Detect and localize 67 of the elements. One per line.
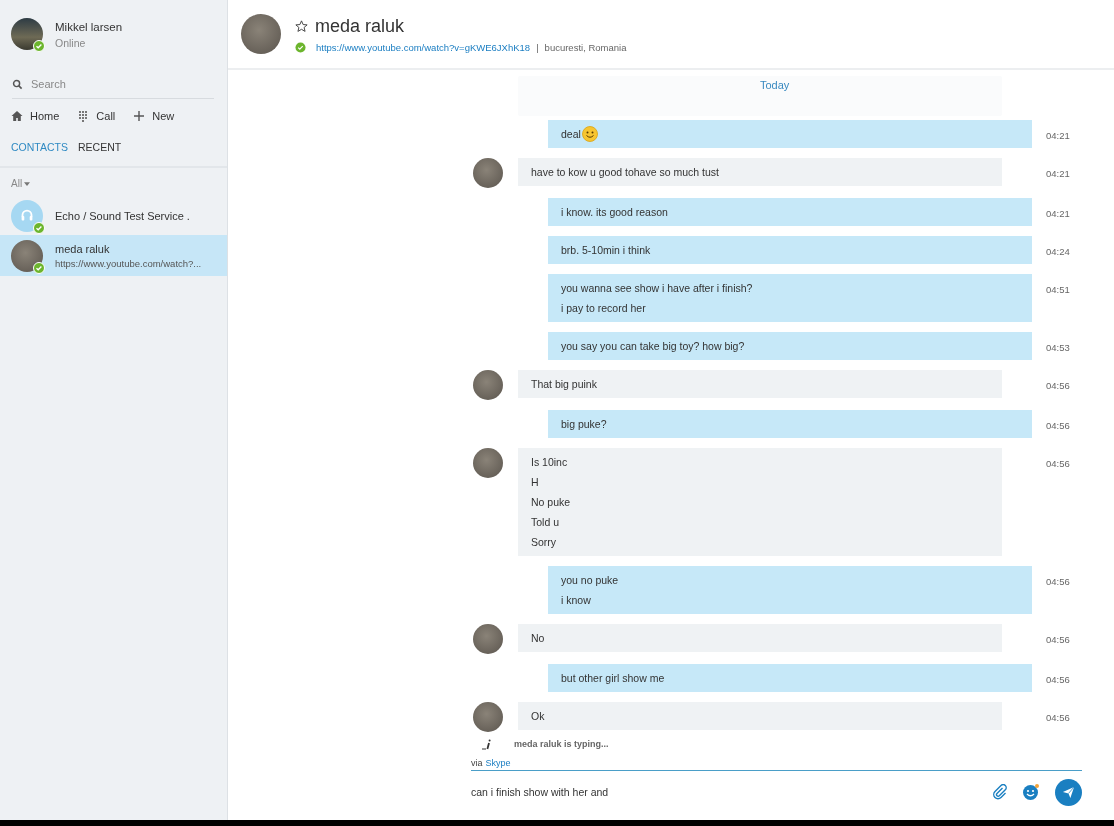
message-time: 04:56 (1046, 458, 1070, 469)
nav-button[interactable]: New (133, 108, 175, 124)
typing-indicator-icon (481, 738, 493, 750)
message-time: 04:21 (1046, 208, 1070, 219)
avatar-placeholder (473, 624, 503, 654)
avatar-placeholder (11, 18, 43, 50)
contact-name: meda raluk (55, 242, 111, 255)
emoticon-icon[interactable] (1022, 783, 1040, 801)
star-icon[interactable] (295, 19, 308, 33)
avatar-placeholder (473, 370, 503, 400)
message-input[interactable]: can i finish show with her and (471, 786, 982, 798)
contact-name: Echo / Sound Test Service . (55, 210, 190, 222)
nav-button[interactable]: Call (77, 108, 116, 124)
avatar-placeholder (473, 158, 503, 188)
message-bubble: you wanna see show i have after i finish? i pay to record her (548, 274, 1032, 322)
nav-button[interactable]: Home (11, 108, 60, 124)
message-time: 04:56 (1046, 380, 1070, 391)
mood-link[interactable]: https://www.youtube.com/watch?v=gKWE6JXhK18 (316, 41, 531, 53)
message-bubble: have to kow u good tohave so much tust (518, 158, 1002, 186)
message-time: 04:56 (1046, 576, 1070, 587)
message-time: 04:51 (1046, 284, 1070, 295)
message-bubble: No (518, 624, 1002, 652)
service-link[interactable]: Skype (485, 758, 511, 768)
message-bubble: deal (548, 120, 1032, 148)
day-label: Today (760, 79, 790, 91)
message-time: 04:56 (1046, 712, 1070, 723)
message-bubble: but other girl show me (548, 664, 1032, 692)
message-time: 04:21 (1046, 168, 1070, 179)
avatar-placeholder (11, 239, 43, 272)
message-bubble: Ok (518, 702, 1002, 730)
avatar-placeholder (473, 448, 503, 478)
message-time: 04:56 (1046, 674, 1070, 685)
search-field[interactable]: Search (31, 78, 181, 90)
via-label: via (471, 758, 483, 768)
avatar-placeholder (473, 702, 503, 732)
message-bubble: big puke? (548, 410, 1032, 438)
home-icon (11, 110, 23, 122)
message-time: 04:24 (1046, 246, 1070, 257)
plus-icon (133, 110, 146, 122)
message-time: 04:56 (1046, 420, 1070, 431)
dialpad-icon (77, 110, 90, 122)
user-name: Mikkel larsen (55, 21, 123, 33)
send-button[interactable] (1055, 778, 1082, 806)
paperclip-icon[interactable] (992, 784, 1008, 800)
contacts-tab[interactable]: RECENT (78, 141, 122, 153)
message-bubble: brb. 5-10min i think (548, 236, 1032, 264)
message-bubble: i know. its good reason (548, 198, 1032, 226)
headset-avatar-icon (11, 200, 43, 232)
search-icon (12, 78, 23, 90)
avatar-placeholder (241, 14, 281, 54)
message-time: 04:21 (1046, 130, 1070, 141)
user-status: Online (55, 37, 87, 49)
contact-mood: https://www.youtube.com/watch?... (55, 257, 202, 269)
separator-text: | (536, 41, 539, 53)
caret-icon (24, 181, 31, 186)
message-bubble: you say you can take big toy? how big? (548, 332, 1032, 360)
message-bubble: Is 10inc H No puke Told u Sorry (518, 448, 1002, 556)
typing-status: meda raluk is typing... (514, 739, 609, 749)
conversation-name: meda raluk (315, 15, 405, 37)
message-bubble: you no puke i know (548, 566, 1032, 614)
location-text: bucuresti, Romania (544, 41, 627, 53)
contact-item[interactable]: Echo / Sound Test Service . (0, 197, 227, 235)
contact-item[interactable]: meda raluk https://www.youtube.com/watch?... (0, 235, 227, 276)
message-time: 04:56 (1046, 634, 1070, 645)
send-icon (1062, 785, 1075, 799)
message-time: 04:53 (1046, 342, 1070, 353)
message-bubble: That big puink (518, 370, 1002, 398)
